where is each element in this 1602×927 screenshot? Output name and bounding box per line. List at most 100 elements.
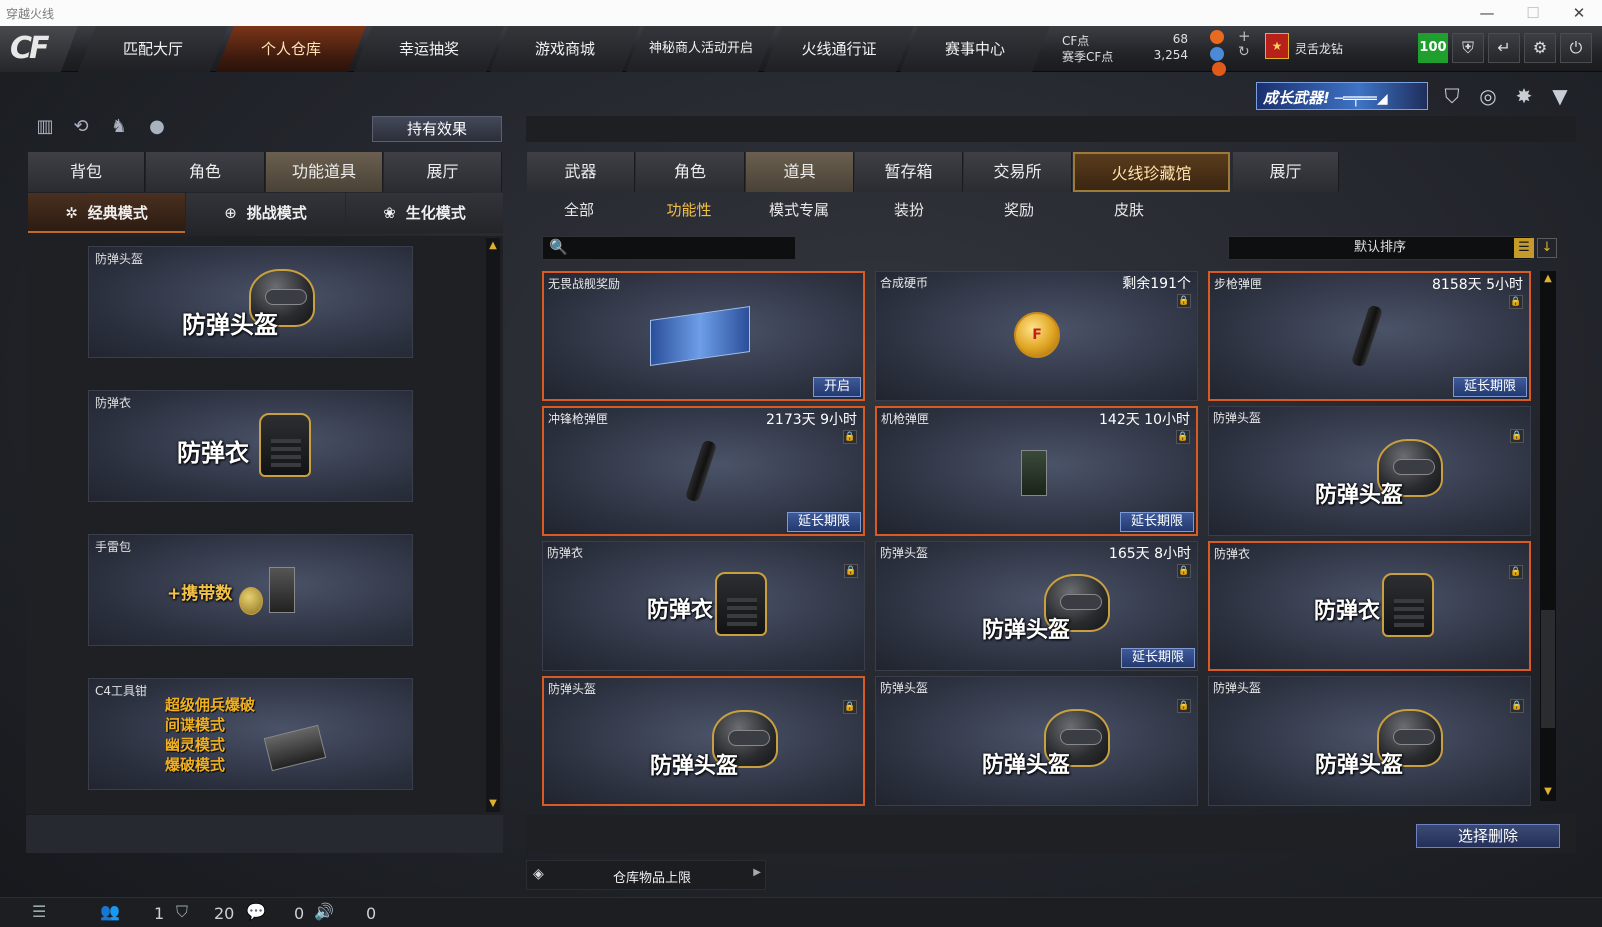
speaker-icon[interactable]: 🔊	[314, 902, 334, 921]
right-tab-2[interactable]: 道具	[746, 152, 854, 192]
mode-tab-0[interactable]: ✲ 经典模式	[28, 193, 185, 233]
item-card[interactable]: 防弹头盔 🔒 防弹头盔	[1208, 406, 1531, 536]
nav-tab-2[interactable]: 幸运抽奖	[354, 26, 504, 72]
mode-tab-1[interactable]: ⊕ 挑战模式	[186, 193, 345, 233]
clan-icon[interactable]: ⛉	[176, 902, 188, 922]
nav-tab-4[interactable]: 神秘商人活动开启	[626, 26, 776, 72]
list-view-icon[interactable]: ☰	[1514, 238, 1534, 258]
item-card[interactable]: 防弹头盔 165天 8小时 🔒 防弹头盔 延长期限	[875, 541, 1198, 671]
rank-emblem-icon[interactable]: ★	[1265, 33, 1289, 59]
left-tab-0[interactable]: 背包	[28, 152, 145, 192]
nav-tab-1[interactable]: 个人仓库	[216, 26, 366, 72]
item-caption: 手雷包	[95, 540, 132, 554]
item-caption: 防弹头盔	[880, 546, 929, 560]
grenade-icon[interactable]: ●	[144, 114, 170, 140]
right-tab-4[interactable]: 交易所	[964, 152, 1072, 192]
shield-icon[interactable]: ⛨	[1452, 33, 1484, 63]
right-tab-1[interactable]: 角色	[636, 152, 745, 192]
item-card[interactable]: 防弹头盔 🔒 防弹头盔	[1208, 676, 1531, 806]
sort-direction-icon[interactable]: ↓	[1537, 238, 1557, 258]
storage-capacity-bar[interactable]: ◈ 仓库物品上限 ▶	[526, 860, 766, 890]
left-item-card[interactable]: 防弹衣 防弹衣	[88, 390, 413, 502]
left-item-card[interactable]: 防弹头盔 防弹头盔	[88, 246, 413, 358]
right-tab-0[interactable]: 武器	[527, 152, 635, 192]
sort-dropdown[interactable]: 默认排序	[1228, 236, 1532, 260]
item-card[interactable]: 防弹衣 🔒 防弹衣	[1208, 541, 1531, 671]
character-icon[interactable]: ♞	[106, 114, 132, 140]
lock-icon[interactable]: 🔒	[843, 430, 857, 444]
nav-tab-5[interactable]: 火线通行证	[764, 26, 914, 72]
add-icon[interactable]: +	[1238, 27, 1251, 45]
open-button[interactable]: 开启	[812, 377, 861, 397]
select-delete-button[interactable]: 选择删除	[1416, 824, 1560, 848]
gift-icon[interactable]: ✸	[1510, 82, 1538, 110]
left-tab-2[interactable]: 功能道具	[266, 152, 383, 192]
friends-icon[interactable]: 👥	[100, 902, 120, 921]
item-card[interactable]: 防弹衣 🔒 防弹衣	[542, 541, 865, 671]
growth-weapon-banner[interactable]: 成长武器! ─═╤══◢	[1256, 82, 1428, 110]
extend-button[interactable]: 延长期限	[1120, 648, 1195, 668]
lock-icon[interactable]: 🔒	[1176, 430, 1190, 444]
level-badge[interactable]: 100	[1418, 33, 1448, 63]
subtab-1[interactable]: 功能性	[637, 196, 741, 224]
nav-tab-0[interactable]: 匹配大厅	[78, 26, 228, 72]
nav-tab-3[interactable]: 游戏商城	[490, 26, 640, 72]
item-card[interactable]: 步枪弹匣 8158天 5小时 🔒 延长期限	[1208, 271, 1531, 401]
refresh-icon[interactable]: ↻	[1238, 44, 1250, 60]
menu-icon[interactable]: ☰	[32, 902, 46, 921]
item-card[interactable]: 冲锋枪弹匣 2173天 9小时 🔒 延长期限	[542, 406, 865, 536]
item-card[interactable]: 防弹头盔 🔒 防弹头盔	[875, 676, 1198, 806]
left-scroll-down-icon[interactable]: ▼	[487, 798, 499, 810]
lock-icon[interactable]: 🔒	[1177, 294, 1191, 308]
grid-scroll-down-icon[interactable]: ▼	[1542, 786, 1554, 798]
lock-icon[interactable]: 🔒	[1177, 564, 1191, 578]
left-tab-3[interactable]: 展厅	[384, 152, 502, 192]
chat-icon[interactable]: 💬	[246, 902, 266, 921]
right-tab-5[interactable]: 火线珍藏馆	[1073, 152, 1230, 192]
subtab-2[interactable]: 模式专属	[747, 196, 851, 224]
return-icon[interactable]: ↵	[1488, 33, 1520, 63]
item-card[interactable]: 机枪弹匣 142天 10小时 🔒 延长期限	[875, 406, 1198, 536]
subtab-3[interactable]: 装扮	[857, 196, 961, 224]
close-button[interactable]: ✕	[1556, 0, 1602, 26]
minimize-button[interactable]: —	[1464, 0, 1510, 26]
lock-icon[interactable]: 🔒	[1510, 699, 1524, 713]
extend-button[interactable]: 延长期限	[786, 512, 861, 532]
search-field[interactable]	[569, 239, 789, 257]
lock-icon[interactable]: 🔒	[1509, 565, 1523, 579]
maximize-button[interactable]: ☐	[1510, 0, 1556, 26]
nav-tab-6[interactable]: 赛事中心	[900, 26, 1050, 72]
grid-scroll-thumb[interactable]	[1541, 610, 1555, 728]
lock-icon[interactable]: 🔒	[844, 564, 858, 578]
item-card[interactable]: 防弹头盔 🔒 防弹头盔	[542, 676, 865, 806]
subtab-0[interactable]: 全部	[527, 196, 631, 224]
emblem-shield-icon[interactable]: ⛉	[1438, 82, 1466, 110]
v-logo-icon[interactable]: ▼	[1546, 82, 1574, 110]
item-card[interactable]: 合成硬币 剩余191个 🔒 F	[875, 271, 1198, 401]
lock-icon[interactable]: 🔒	[1177, 699, 1191, 713]
extend-button[interactable]: 延长期限	[1452, 377, 1527, 397]
lock-icon[interactable]: 🔒	[843, 700, 857, 714]
lock-icon[interactable]: 🔒	[1510, 429, 1524, 443]
subtab-4[interactable]: 奖励	[967, 196, 1071, 224]
item-card[interactable]: 无畏战舰奖励 开启	[542, 271, 865, 401]
left-scroll-up-icon[interactable]: ▲	[487, 240, 499, 252]
gear-icon[interactable]: ⚙	[1524, 33, 1556, 63]
left-item-card[interactable]: C4工具钳 超级佣兵爆破 间谍模式 幽灵模式 爆破模式	[88, 678, 413, 790]
ranking-icon[interactable]: ▥	[32, 114, 58, 140]
left-item-card[interactable]: 手雷包 +携带数	[88, 534, 413, 646]
search-input[interactable]: 🔍	[542, 236, 796, 260]
power-icon[interactable]: ⏻	[1560, 33, 1592, 63]
grid-scroll-up-icon[interactable]: ▲	[1542, 273, 1554, 285]
extend-button[interactable]: 延长期限	[1119, 512, 1194, 532]
right-tab-3[interactable]: 暂存箱	[855, 152, 963, 192]
right-tab-6[interactable]: 展厅	[1233, 152, 1339, 192]
history-icon[interactable]: ⟲	[68, 114, 94, 140]
mode-tab-2[interactable]: ❀ 生化模式	[346, 193, 503, 233]
globe-icon[interactable]: ◎	[1474, 82, 1502, 110]
left-tab-1[interactable]: 角色	[146, 152, 265, 192]
left-scrollbar[interactable]	[486, 238, 500, 812]
lock-icon[interactable]: 🔒	[1509, 295, 1523, 309]
holding-effect-button[interactable]: 持有效果	[372, 116, 502, 142]
subtab-5[interactable]: 皮肤	[1077, 196, 1181, 224]
